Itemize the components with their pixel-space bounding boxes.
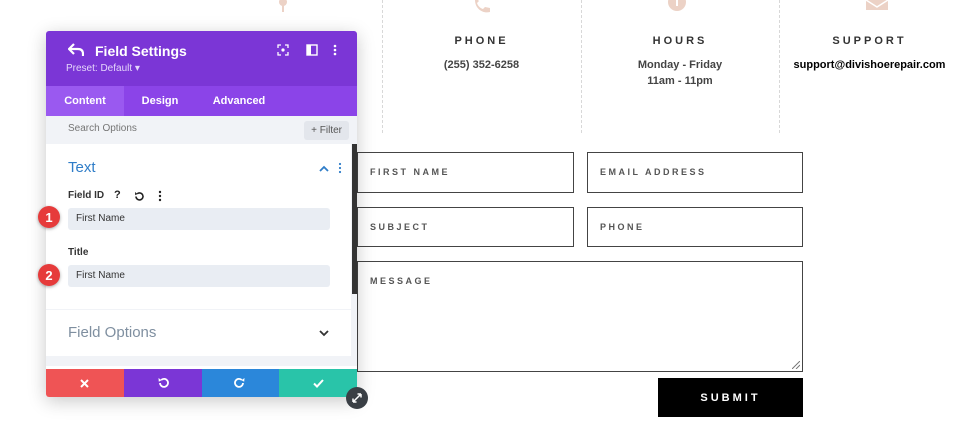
- field-options-section[interactable]: Field Options: [46, 310, 351, 356]
- focus-icon[interactable]: [277, 44, 289, 56]
- modal-resize-handle[interactable]: [346, 387, 368, 409]
- support-title: SUPPORT: [832, 35, 907, 47]
- back-arrow-icon[interactable]: [68, 43, 84, 57]
- checkmark-icon: [312, 378, 324, 388]
- phone-value: (255) 352-6258: [443, 59, 520, 71]
- title-input[interactable]: First Name: [68, 265, 330, 287]
- help-icon[interactable]: ?: [114, 189, 121, 201]
- field-id-label: Field ID: [68, 190, 105, 201]
- phone-title: PHONE: [454, 35, 509, 47]
- undo-button[interactable]: [123, 369, 202, 397]
- subject-placeholder: SUBJECT: [370, 222, 430, 232]
- search-bar: + Filter: [46, 116, 357, 144]
- field-more-icon[interactable]: [158, 190, 162, 202]
- email-placeholder: EMAIL ADDRESS: [600, 167, 707, 177]
- modal-header: Field Settings Preset: Default ▾: [46, 31, 357, 86]
- text-section: Text Field ID ? First Name Title First N…: [46, 144, 351, 309]
- hours-title: HOURS: [652, 35, 708, 47]
- phone-placeholder: PHONE: [600, 222, 645, 232]
- more-vertical-icon[interactable]: [332, 44, 338, 56]
- sidebar-toggle-icon[interactable]: [306, 44, 318, 56]
- email-field[interactable]: EMAIL ADDRESS: [587, 152, 803, 193]
- title-label: Title: [68, 247, 89, 258]
- hours-line-1: Monday - Friday: [637, 59, 723, 71]
- search-input[interactable]: [68, 123, 268, 134]
- resize-arrows-icon: [352, 393, 362, 403]
- phone-block: PHONE (255) 352-6258: [382, 0, 581, 100]
- modal-body: Text Field ID ? First Name Title First N…: [46, 144, 357, 366]
- close-icon: [80, 378, 90, 388]
- support-email[interactable]: support@divishoerepair.com: [779, 57, 960, 73]
- chevron-down-icon[interactable]: [319, 330, 329, 337]
- section-title-field-options[interactable]: Field Options: [68, 324, 156, 341]
- first-name-field[interactable]: FIRST NAME: [357, 152, 574, 193]
- modal-footer: [46, 369, 357, 397]
- redo-icon: [234, 377, 245, 388]
- cancel-button[interactable]: [46, 369, 124, 397]
- submit-button[interactable]: SUBMIT: [658, 378, 803, 417]
- tab-content[interactable]: Content: [46, 86, 124, 116]
- subject-field[interactable]: SUBJECT: [357, 207, 574, 247]
- message-placeholder: MESSAGE: [370, 276, 433, 286]
- phone-field[interactable]: PHONE: [587, 207, 803, 247]
- reset-icon[interactable]: [134, 191, 145, 202]
- scrollbar[interactable]: [352, 144, 357, 294]
- first-name-placeholder: FIRST NAME: [370, 167, 450, 177]
- section-title-text[interactable]: Text: [68, 159, 96, 176]
- undo-icon: [158, 377, 169, 388]
- hours-block: HOURS Monday - Friday 11am - 11pm: [581, 0, 779, 100]
- tab-advanced[interactable]: Advanced: [201, 86, 277, 116]
- annotation-badge-2: 2: [38, 264, 60, 286]
- section-more-icon[interactable]: [338, 162, 342, 174]
- filter-button[interactable]: + Filter: [304, 121, 349, 140]
- hours-value: Monday - Friday 11am - 11pm: [581, 57, 779, 89]
- tab-design[interactable]: Design: [124, 86, 196, 116]
- support-block: SUPPORT support@divishoerepair.com: [779, 0, 960, 100]
- hours-line-2: 11am - 11pm: [647, 75, 713, 87]
- save-button[interactable]: [279, 369, 357, 397]
- preset-selector[interactable]: Preset: Default ▾: [66, 63, 140, 74]
- annotation-badge-1: 1: [38, 206, 60, 228]
- field-settings-modal: Field Settings Preset: Default ▾ Content…: [46, 31, 357, 397]
- message-field[interactable]: MESSAGE: [357, 261, 803, 372]
- resize-grip-icon[interactable]: [792, 361, 800, 369]
- modal-tabs: Content Design Advanced: [46, 86, 357, 116]
- pin-icon: [279, 0, 287, 12]
- field-id-input[interactable]: First Name: [68, 208, 330, 230]
- redo-button[interactable]: [201, 369, 280, 397]
- modal-title: Field Settings: [95, 43, 187, 59]
- chevron-up-icon[interactable]: [319, 165, 329, 172]
